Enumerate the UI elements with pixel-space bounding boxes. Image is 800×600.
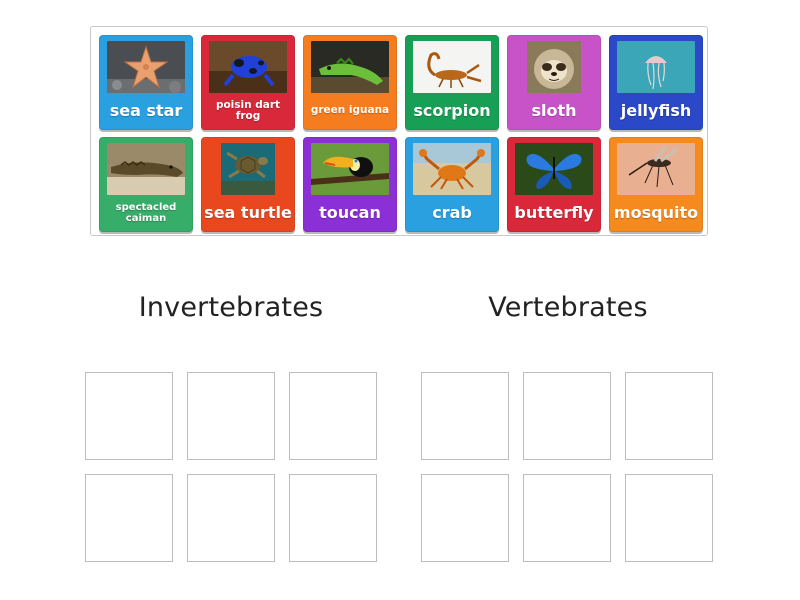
card-poison-dart-frog[interactable]: poisin dart frog	[201, 35, 295, 130]
card-label: sea turtle	[204, 202, 292, 222]
card-mosquito[interactable]: mosquito	[609, 137, 703, 232]
vertebrates-slot[interactable]	[421, 474, 509, 562]
card-scorpion[interactable]: scorpion	[405, 35, 499, 130]
poison-dart-frog-icon	[209, 41, 287, 93]
card-label: butterfly	[514, 202, 594, 222]
invertebrates-slot[interactable]	[289, 372, 377, 460]
card-label: sea star	[109, 100, 183, 120]
card-label: spectacled caiman	[115, 201, 177, 225]
crab-icon	[413, 143, 491, 195]
invertebrates-slot[interactable]	[289, 474, 377, 562]
caiman-icon	[107, 143, 185, 195]
card-sloth[interactable]: sloth	[507, 35, 601, 130]
card-label: sloth	[531, 100, 577, 120]
card-label: green iguana	[310, 104, 390, 117]
vertebrates-slot[interactable]	[421, 372, 509, 460]
sea-turtle-icon	[221, 143, 275, 195]
card-sea-turtle[interactable]: sea turtle	[201, 137, 295, 232]
butterfly-icon	[515, 143, 593, 195]
mosquito-icon	[617, 143, 695, 195]
card-label: jellyfish	[620, 100, 692, 120]
jellyfish-icon	[617, 41, 695, 93]
card-label: mosquito	[613, 202, 699, 222]
card-butterfly[interactable]: butterfly	[507, 137, 601, 232]
card-jellyfish[interactable]: jellyfish	[609, 35, 703, 130]
group-title-vertebrates: Vertebrates	[488, 292, 648, 323]
card-toucan[interactable]: toucan	[303, 137, 397, 232]
card-spectacled-caiman[interactable]: spectacled caiman	[99, 137, 193, 232]
invertebrates-slot[interactable]	[85, 372, 173, 460]
card-label: scorpion	[413, 100, 491, 120]
vertebrates-slot[interactable]	[625, 372, 713, 460]
sea-star-icon	[107, 41, 185, 93]
card-crab[interactable]: crab	[405, 137, 499, 232]
sloth-icon	[527, 41, 581, 93]
card-sea-star[interactable]: sea star	[99, 35, 193, 130]
vertebrates-slot[interactable]	[523, 372, 611, 460]
card-label: crab	[432, 202, 472, 222]
group-title-invertebrates: Invertebrates	[138, 292, 324, 323]
vertebrates-slot[interactable]	[523, 474, 611, 562]
scorpion-icon	[413, 41, 491, 93]
invertebrates-slot[interactable]	[187, 372, 275, 460]
green-iguana-icon	[311, 41, 389, 93]
card-label: poisin dart frog	[215, 98, 281, 122]
invertebrates-slot[interactable]	[85, 474, 173, 562]
toucan-icon	[311, 143, 389, 195]
card-tray: sea star poisin dart frog green iguana s…	[90, 26, 708, 236]
vertebrates-slot[interactable]	[625, 474, 713, 562]
card-label: toucan	[319, 202, 381, 222]
card-green-iguana[interactable]: green iguana	[303, 35, 397, 130]
invertebrates-slot[interactable]	[187, 474, 275, 562]
